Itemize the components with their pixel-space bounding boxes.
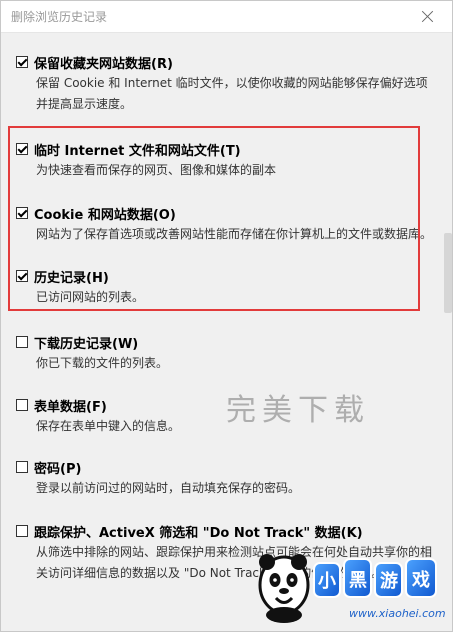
passwords-checkbox[interactable] [16, 461, 28, 473]
option-cookies: Cookie 和网站数据(O) 网站为了保存首选项或改善网站性能而存储在你计算机… [16, 203, 438, 245]
form-data-description: 保存在表单中键入的信息。 [36, 419, 181, 433]
tracking-protection-label: 跟踪保护、ActiveX 筛选和 "Do Not Track" 数据(K) [34, 525, 363, 541]
history-label: 历史记录(H) [34, 270, 109, 286]
option-tracking-protection: 跟踪保护、ActiveX 筛选和 "Do Not Track" 数据(K) 从筛… [16, 521, 438, 584]
close-icon[interactable] [414, 5, 442, 29]
delete-browsing-history-dialog: 删除浏览历史记录 保留收藏夹网站数据(R) 保留 Cookie 和 Intern… [0, 0, 453, 632]
history-description: 已访问网站的列表。 [36, 290, 145, 304]
temporary-files-description: 为快速查看而保存的网页、图像和媒体的副本 [36, 163, 277, 177]
preserve-favorites-checkbox-row[interactable]: 保留收藏夹网站数据(R) [16, 52, 438, 72]
cookies-label: Cookie 和网站数据(O) [34, 207, 176, 223]
preserve-favorites-checkbox[interactable] [16, 56, 28, 68]
passwords-label: 密码(P) [34, 461, 82, 477]
dialog-title: 删除浏览历史记录 [11, 10, 108, 24]
vertical-scrollbar[interactable] [442, 33, 452, 631]
option-history: 历史记录(H) 已访问网站的列表。 [16, 266, 438, 308]
download-history-checkbox[interactable] [16, 336, 28, 348]
option-preserve-favorites: 保留收藏夹网站数据(R) 保留 Cookie 和 Internet 临时文件，以… [16, 52, 438, 115]
passwords-description: 登录以前访问过的网站时，自动填充保存的密码。 [36, 481, 301, 495]
scrollbar-thumb[interactable] [444, 233, 452, 313]
cookies-checkbox-row[interactable]: Cookie 和网站数据(O) [16, 203, 438, 223]
form-data-checkbox-row[interactable]: 表单数据(F) [16, 395, 438, 415]
cookies-checkbox[interactable] [16, 207, 28, 219]
tracking-protection-description: 从筛选中排除的网站、跟踪保护用来检测站点可能会在何处自动共享你的相关访问详细信息… [36, 545, 433, 580]
download-history-checkbox-row[interactable]: 下载历史记录(W) [16, 332, 438, 352]
temporary-files-checkbox-row[interactable]: 临时 Internet 文件和网站文件(T) [16, 139, 438, 159]
download-history-description: 你已下载的文件的列表。 [36, 356, 169, 370]
title-bar: 删除浏览历史记录 [1, 1, 452, 33]
form-data-label: 表单数据(F) [34, 399, 107, 415]
tracking-protection-checkbox[interactable] [16, 525, 28, 537]
tracking-protection-checkbox-row[interactable]: 跟踪保护、ActiveX 筛选和 "Do Not Track" 数据(K) [16, 521, 438, 541]
preserve-favorites-label: 保留收藏夹网站数据(R) [34, 56, 173, 72]
form-data-checkbox[interactable] [16, 399, 28, 411]
option-passwords: 密码(P) 登录以前访问过的网站时，自动填充保存的密码。 [16, 457, 438, 499]
option-temporary-files: 临时 Internet 文件和网站文件(T) 为快速查看而保存的网页、图像和媒体… [16, 139, 438, 181]
temporary-files-label: 临时 Internet 文件和网站文件(T) [34, 143, 241, 159]
cookies-description: 网站为了保存首选项或改善网站性能而存储在你计算机上的文件或数据库。 [36, 227, 433, 241]
temporary-files-checkbox[interactable] [16, 143, 28, 155]
preserve-favorites-description: 保留 Cookie 和 Internet 临时文件，以使你收藏的网站能够保存偏好… [36, 76, 428, 111]
options-panel: 保留收藏夹网站数据(R) 保留 Cookie 和 Internet 临时文件，以… [1, 33, 452, 631]
download-history-label: 下载历史记录(W) [34, 336, 139, 352]
option-form-data: 表单数据(F) 保存在表单中键入的信息。 [16, 395, 438, 437]
option-download-history: 下载历史记录(W) 你已下载的文件的列表。 [16, 332, 438, 374]
history-checkbox-row[interactable]: 历史记录(H) [16, 266, 438, 286]
passwords-checkbox-row[interactable]: 密码(P) [16, 457, 438, 477]
history-checkbox[interactable] [16, 270, 28, 282]
